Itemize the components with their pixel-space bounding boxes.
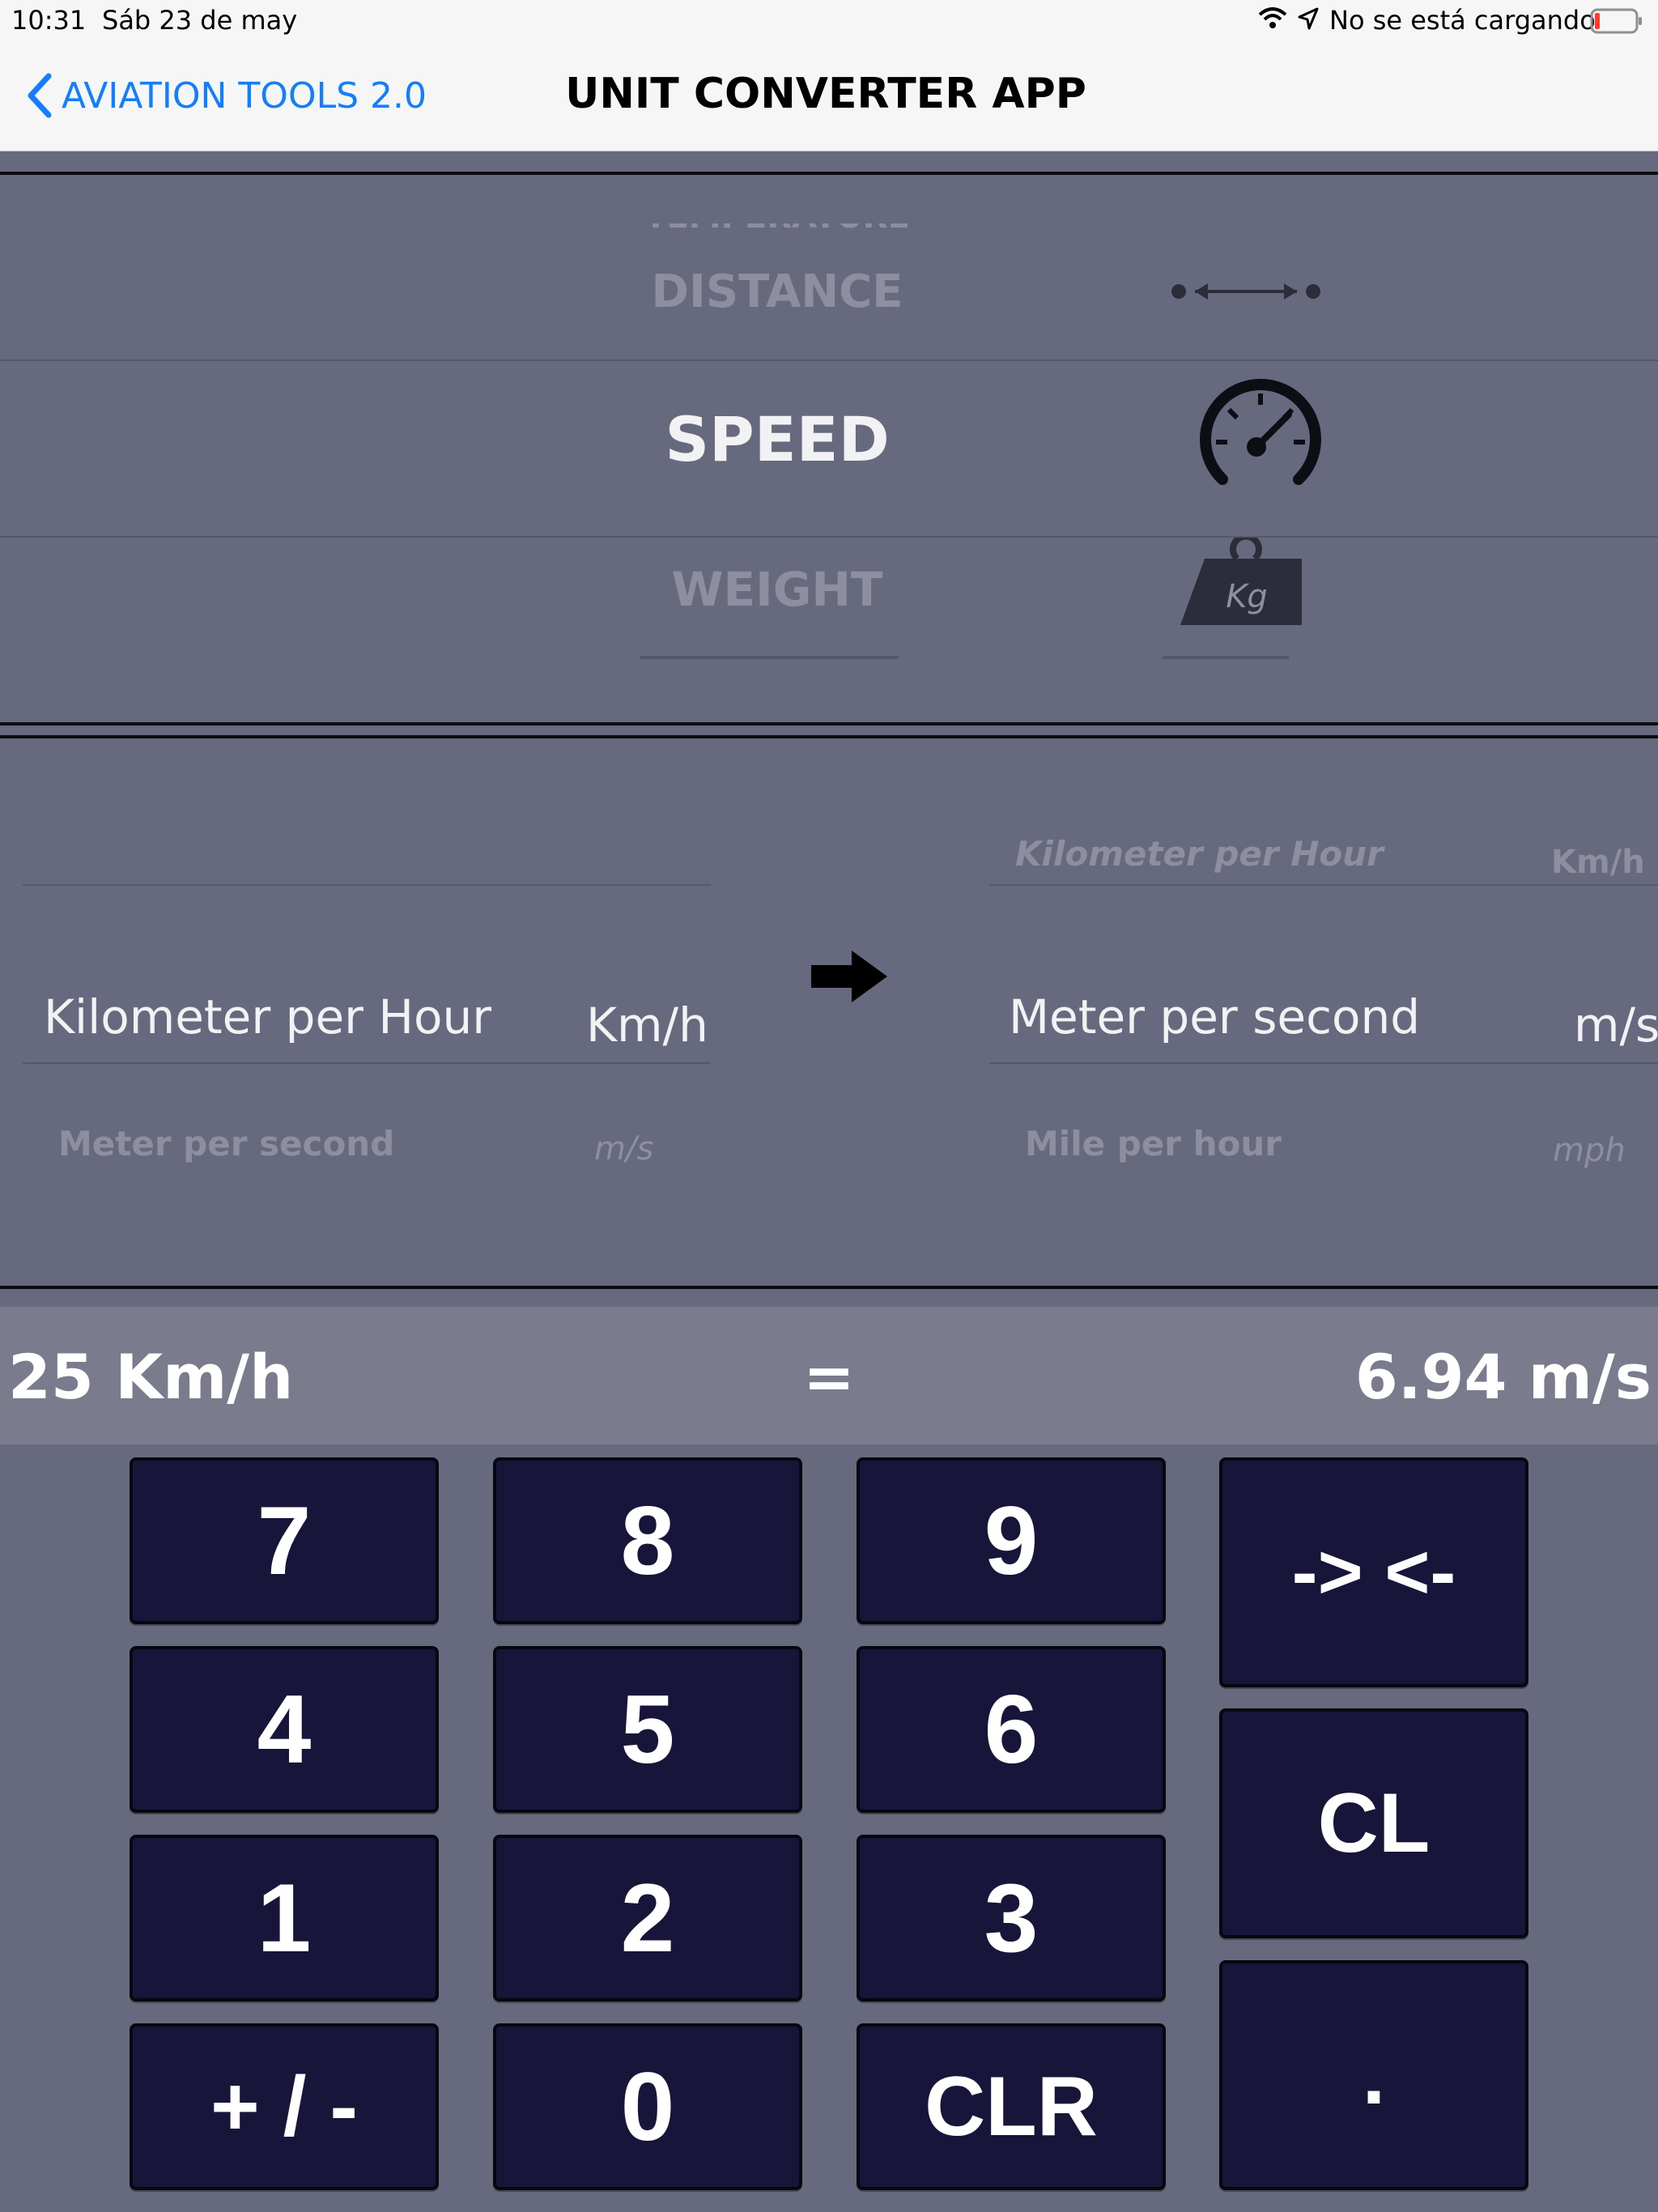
to-unit-picker[interactable]: Kilometer per Hour Km/h Meter per second… [971,738,1658,1286]
category-weight[interactable]: WEIGHT [534,562,1020,617]
divider [0,1286,1658,1289]
key-3[interactable]: 3 [857,1835,1166,2001]
kg-weight-icon: Kg [1180,533,1308,635]
swap-units-button[interactable]: -> <- [1219,1457,1528,1687]
key-7[interactable]: 7 [130,1457,439,1624]
from-unit-selected-name[interactable]: Kilometer per Hour [44,989,491,1044]
key-8[interactable]: 8 [493,1457,802,1624]
picker-row-line [0,536,1658,538]
to-unit-name[interactable]: Mile per hour [1025,1124,1282,1163]
to-unit-selected-name[interactable]: Meter per second [1009,989,1420,1044]
back-button-label: AVIATION TOOLS 2.0 [62,74,427,117]
battery-icon [1590,8,1643,40]
category-distance[interactable]: DISTANCE [534,266,1020,318]
equals-sign: = [803,1341,855,1413]
from-unit-abbr: m/s [594,1130,654,1168]
category-speed[interactable]: SPEED [534,403,1020,475]
navigation-bar: AVIATION TOOLS 2.0 UNIT CONVERTER APP [0,40,1658,151]
picker-faded-item-top: TEMPERATURE [567,223,988,235]
sign-toggle-button[interactable]: + / - [130,2023,439,2190]
status-time: 10:31 [11,5,87,36]
result-bar: 25 Km/h = 6.94 m/s [0,1307,1658,1444]
output-value: 6.94 m/s [1354,1341,1652,1413]
picker-row-line [989,1062,1658,1064]
key-4[interactable]: 4 [130,1646,439,1813]
picker-row-line [0,359,1658,361]
to-unit-name[interactable]: Kilometer per Hour [1015,834,1384,874]
key-9[interactable]: 9 [857,1457,1166,1624]
to-unit-selected-abbr: m/s [1574,998,1658,1053]
arrow-right-icon [811,951,887,1006]
from-unit-picker[interactable]: Kilometer per Hour Km/h Meter per second… [0,738,729,1286]
status-bar: 10:31 Sáb 23 de may No se está cargando [0,0,1658,40]
svg-text:Kg: Kg [1226,578,1268,615]
decimal-point-button[interactable]: . [1219,1960,1528,2190]
picker-row-line [23,884,711,886]
page-title: UNIT CONVERTER APP [565,70,1086,118]
charging-status: No se está cargando [1329,5,1596,36]
picker-row-line [23,1062,711,1064]
location-arrow-icon [1297,6,1320,37]
key-5[interactable]: 5 [493,1646,802,1813]
from-unit-name[interactable]: Meter per second [58,1124,394,1163]
from-unit-selected-abbr: Km/h [586,998,708,1053]
back-button[interactable]: AVIATION TOOLS 2.0 [24,73,427,118]
divider [0,722,1658,725]
chevron-left-icon [24,73,57,118]
to-unit-abbr: Km/h [1551,844,1645,881]
clear-all-button[interactable]: CLR [857,2023,1166,2190]
status-date: Sáb 23 de may [102,5,298,36]
key-2[interactable]: 2 [493,1835,802,2001]
wifi-icon [1258,6,1287,37]
category-picker[interactable]: TEMPERATURE DISTANCE SPEED WEIGHT [0,175,1658,722]
picker-row-line [989,884,1658,886]
to-unit-abbr: mph [1553,1132,1626,1169]
picker-faded-icon-bottom [1163,656,1289,659]
key-0[interactable]: 0 [493,2023,802,2190]
key-6[interactable]: 6 [857,1646,1166,1813]
speedometer-icon [1193,372,1328,489]
picker-faded-item-bottom [640,656,899,659]
input-value: 25 Km/h [8,1341,294,1413]
distance-arrows-icon [1169,277,1323,309]
key-1[interactable]: 1 [130,1835,439,2001]
clear-button[interactable]: CL [1219,1708,1528,1938]
